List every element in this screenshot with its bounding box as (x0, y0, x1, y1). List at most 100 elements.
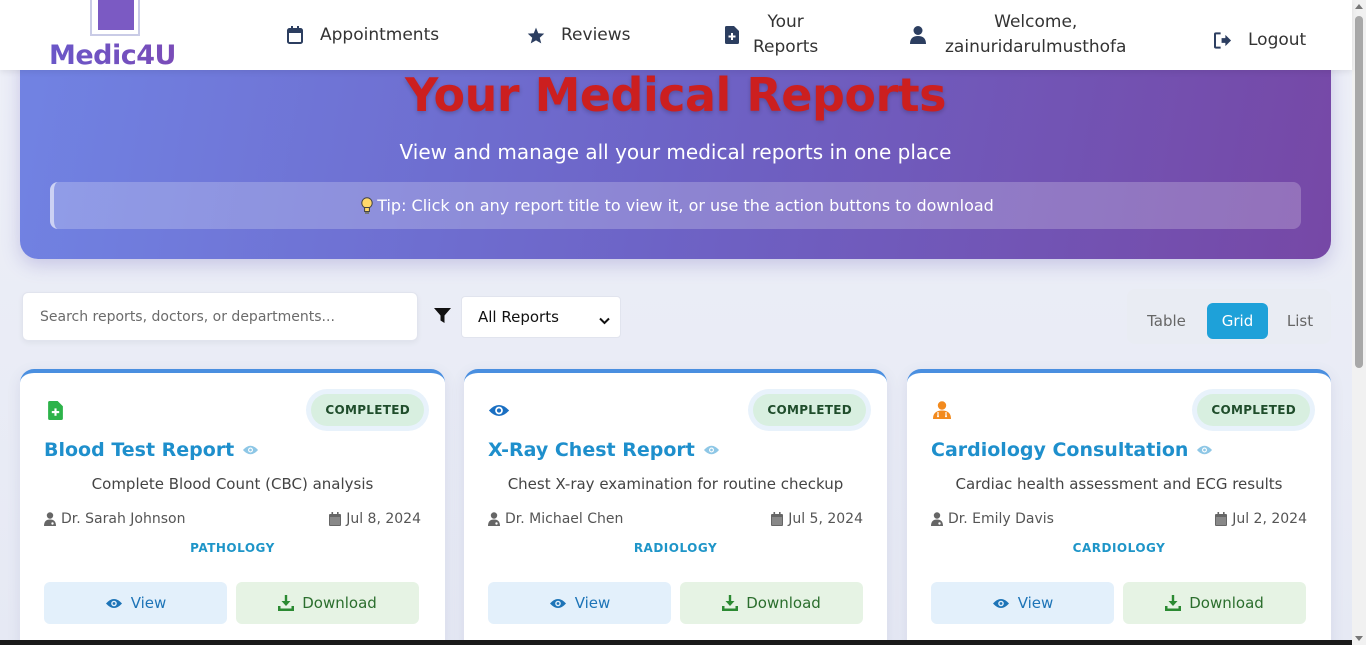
file-medical-icon (44, 399, 66, 421)
nav-user-welcome[interactable]: Welcome, zainuridarulmusthofa (909, 10, 1126, 60)
report-date: Jul 5, 2024 (771, 511, 863, 527)
nav-your-reports[interactable]: Your Reports (723, 10, 818, 60)
download-report-button[interactable]: Download (1123, 582, 1306, 624)
report-filter-value: All Reports (478, 308, 559, 326)
tip-banner: Tip: Click on any report title to view i… (50, 182, 1301, 229)
download-report-button[interactable]: Download (236, 582, 419, 624)
eye-icon (549, 597, 567, 610)
star-icon (527, 25, 545, 45)
report-date: Jul 8, 2024 (329, 511, 421, 527)
user-doctor-icon (931, 512, 943, 526)
eye-icon (703, 444, 720, 456)
logo-icon[interactable] (90, 0, 140, 36)
report-filter-select[interactable]: All Reports (461, 296, 621, 338)
status-badge-wrap: COMPLETED (748, 389, 871, 431)
download-icon (278, 595, 295, 611)
view-button-label: View (574, 594, 611, 612)
nav-reviews[interactable]: Reviews (527, 25, 631, 45)
logout-icon (1214, 30, 1232, 50)
report-date-text: Jul 2, 2024 (1232, 511, 1307, 527)
lightbulb-icon (361, 196, 373, 215)
calendar-icon (1215, 512, 1228, 526)
nav-logout[interactable]: Logout (1214, 30, 1306, 50)
user-doctor-icon (931, 399, 953, 421)
report-title: Cardiology Consultation (931, 439, 1189, 461)
view-report-button[interactable]: View (44, 582, 227, 624)
scroll-down-arrow-icon[interactable] (1355, 636, 1363, 641)
report-doctor-name: Dr. Emily Davis (948, 511, 1054, 527)
nav-reviews-label: Reviews (561, 25, 631, 45)
search-input[interactable] (22, 292, 418, 341)
status-badge: COMPLETED (1197, 394, 1310, 426)
status-badge-wrap: COMPLETED (1192, 389, 1315, 431)
eye-icon (105, 597, 123, 610)
vertical-scrollbar[interactable] (1352, 0, 1366, 645)
report-title-link[interactable]: X-Ray Chest Report (488, 439, 720, 461)
report-doctor-name: Dr. Michael Chen (505, 511, 624, 527)
report-card: COMPLETED Blood Test Report Complete Blo… (20, 369, 445, 645)
view-list-button[interactable]: List (1277, 303, 1323, 339)
chevron-down-icon (599, 311, 610, 329)
page-subtitle: View and manage all your medical reports… (399, 140, 952, 164)
scroll-up-arrow-icon[interactable] (1355, 4, 1363, 9)
eye-icon (488, 399, 510, 421)
view-button-label: View (130, 594, 167, 612)
tip-text: Tip: Click on any report title to view i… (377, 196, 994, 215)
nav-appointments[interactable]: Appointments (286, 25, 439, 45)
view-report-button[interactable]: View (931, 582, 1114, 624)
download-report-button[interactable]: Download (680, 582, 863, 624)
download-button-label: Download (746, 594, 821, 612)
eye-icon (992, 597, 1010, 610)
report-title-link[interactable]: Cardiology Consultation (931, 439, 1213, 461)
status-badge: COMPLETED (311, 394, 424, 426)
report-date: Jul 2, 2024 (1215, 511, 1307, 527)
user-doctor-icon (488, 512, 500, 526)
report-doctor: Dr. Emily Davis (931, 511, 1054, 527)
report-department: RADIOLOGY (633, 541, 718, 555)
top-navbar: Medic4U Appointments Reviews Your Report… (0, 0, 1352, 71)
nav-logout-label: Logout (1248, 30, 1307, 50)
nav-appointments-label: Appointments (320, 25, 440, 45)
view-report-button[interactable]: View (488, 582, 671, 624)
report-date-text: Jul 5, 2024 (788, 511, 863, 527)
status-badge-wrap: COMPLETED (306, 389, 429, 431)
report-title: Blood Test Report (44, 439, 235, 461)
report-description: Chest X-ray examination for routine chec… (507, 475, 844, 493)
report-date-text: Jul 8, 2024 (346, 511, 421, 527)
report-card: COMPLETED X-Ray Chest Report Chest X-ray… (464, 369, 887, 645)
report-department: CARDIOLOGY (1072, 541, 1166, 555)
scroll-thumb[interactable] (1355, 16, 1363, 368)
report-title: X-Ray Chest Report (488, 439, 695, 461)
filter-icon (434, 308, 451, 328)
status-badge: COMPLETED (753, 394, 866, 426)
user-icon (909, 25, 927, 45)
calendar-icon (329, 512, 342, 526)
view-table-button[interactable]: Table (1139, 303, 1194, 339)
report-description: Complete Blood Count (CBC) analysis (91, 475, 374, 493)
view-button-label: View (1017, 594, 1054, 612)
nav-welcome-username: zainuridarulmusthofa (945, 37, 1127, 57)
user-doctor-icon (44, 512, 56, 526)
nav-reports-line2: Reports (753, 37, 819, 57)
nav-welcome-line1: Welcome, (994, 12, 1078, 32)
file-medical-icon (723, 25, 741, 45)
eye-icon (1196, 444, 1213, 456)
view-grid-button[interactable]: Grid (1207, 303, 1268, 339)
hero-banner: Your Medical Reports View and manage all… (20, 40, 1331, 259)
report-doctor: Dr. Sarah Johnson (44, 511, 185, 527)
calendar-icon (286, 25, 304, 45)
report-doctor: Dr. Michael Chen (488, 511, 623, 527)
download-icon (1165, 595, 1182, 611)
bottom-edge-bar (0, 640, 1352, 645)
report-card: COMPLETED Cardiology Consultation Cardia… (907, 369, 1331, 645)
download-button-label: Download (1189, 594, 1264, 612)
eye-icon (242, 444, 259, 456)
report-title-link[interactable]: Blood Test Report (44, 439, 259, 461)
nav-reports-line1: Your (767, 12, 804, 32)
page-title: Your Medical Reports (404, 68, 947, 122)
download-button-label: Download (302, 594, 377, 612)
brand-logo-text[interactable]: Medic4U (49, 40, 176, 71)
download-icon (722, 595, 739, 611)
report-description: Cardiac health assessment and ECG result… (955, 475, 1283, 493)
view-mode-toggle: Table Grid List (1127, 289, 1331, 344)
